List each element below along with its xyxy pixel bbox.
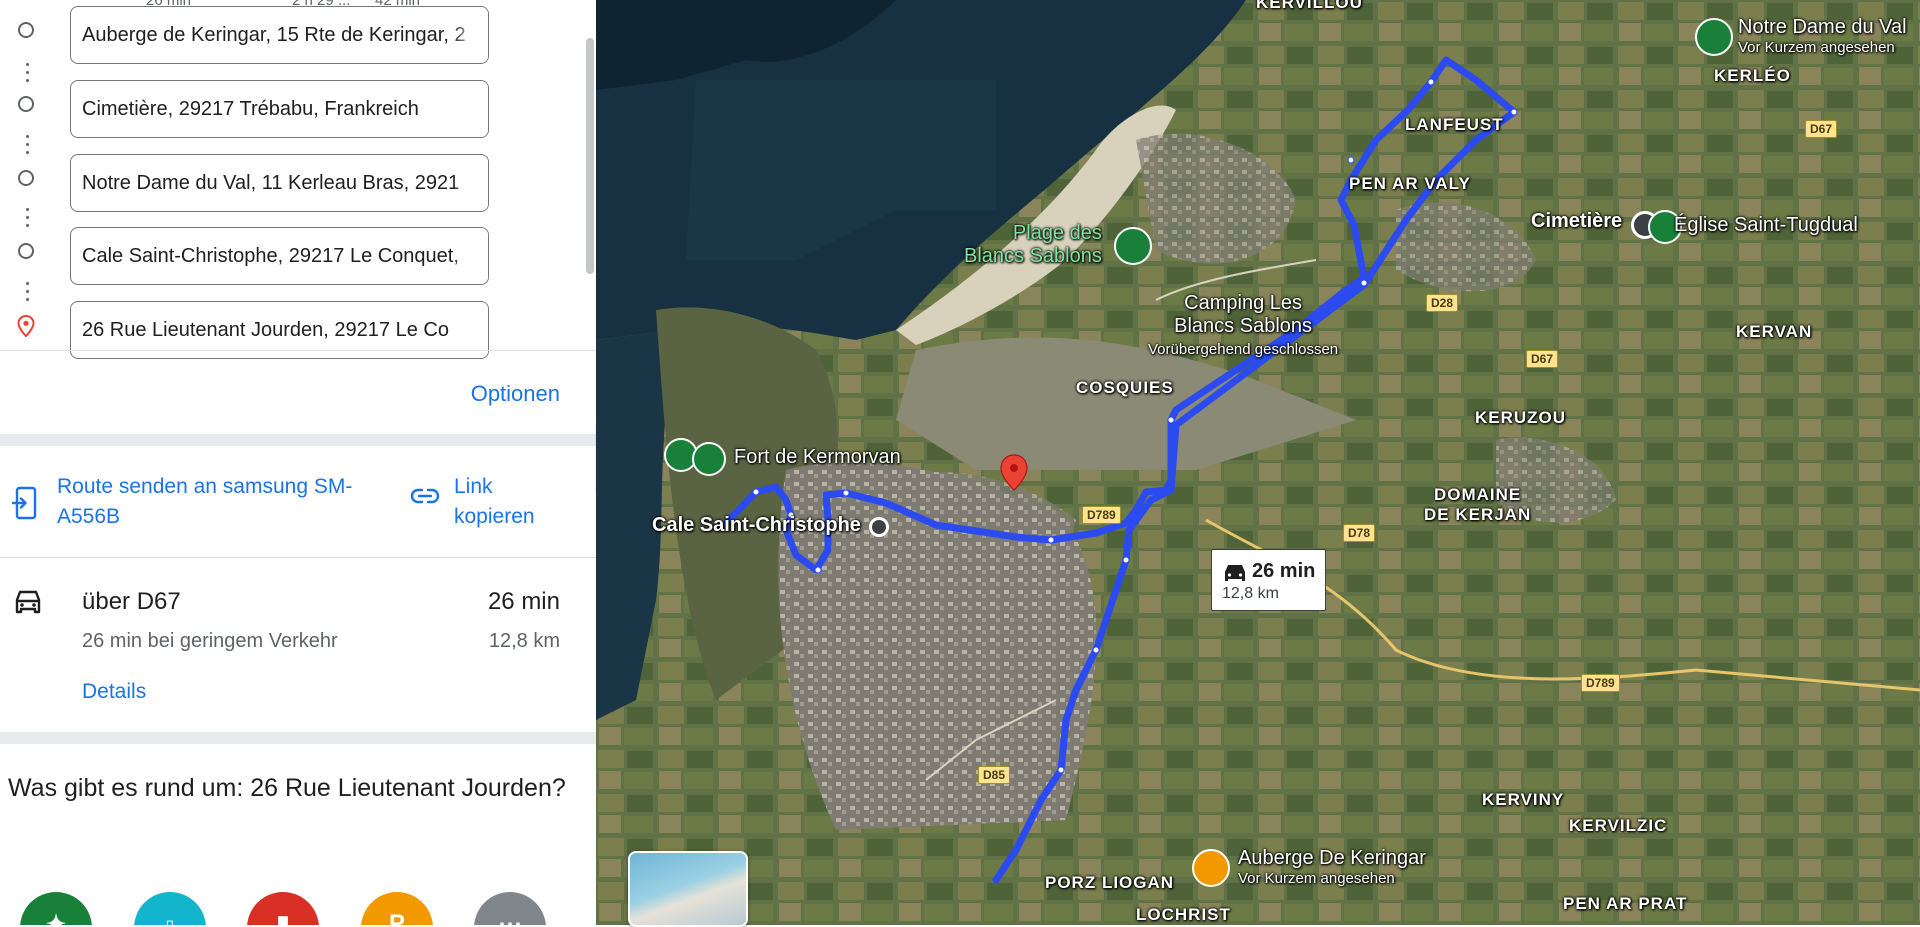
parking-category-button[interactable]: P: [361, 892, 433, 925]
place-label: KERVAN: [1736, 322, 1813, 341]
section-divider: [0, 434, 596, 446]
section-divider: [0, 732, 596, 744]
more-category-button[interactable]: ⋯: [474, 892, 546, 925]
restaurant-icon[interactable]: [1192, 849, 1230, 887]
stop-input-3[interactable]: Notre Dame du Val, 11 Kerleau Bras, 2921: [70, 154, 489, 212]
gas-stations-category-button[interactable]: ▮: [247, 892, 319, 925]
place-label: KERVILLOU: [1256, 0, 1363, 12]
stop-input-2[interactable]: Cimetière, 29217 Trébabu, Frankreich: [70, 80, 489, 138]
place-label: LOCHRIST: [1136, 905, 1231, 924]
divider: [0, 557, 596, 558]
flag-icon[interactable]: [1695, 18, 1733, 56]
beach-icon[interactable]: [1114, 227, 1152, 265]
flag-icon[interactable]: [692, 442, 726, 476]
place-label: DOMAINE DE KERJAN: [1424, 485, 1532, 524]
place-label: KERVILZIC: [1569, 816, 1668, 835]
waypoint-circle-icon: [18, 243, 34, 259]
divider: [0, 350, 596, 351]
hotel-icon: ▫: [165, 910, 175, 925]
restaurant-icon: ✦: [45, 911, 67, 925]
road-badge: D67: [1526, 350, 1559, 368]
copy-link-button[interactable]: Link kopieren: [410, 470, 570, 536]
route-time-callout[interactable]: 26 min 12,8 km: [1211, 549, 1326, 611]
route-stop-3: Notre Dame du Val, 11 Kerleau Bras, 2921: [0, 150, 596, 212]
route-stop-4: Cale Saint-Christophe, 29217 Le Conquet,: [0, 223, 596, 285]
car-icon: [1225, 565, 1245, 581]
scrollbar-thumb[interactable]: [586, 38, 594, 274]
gas-station-icon: ▮: [276, 911, 290, 925]
stop-input-1[interactable]: Auberge de Keringar, 15 Rte de Keringar,…: [70, 6, 489, 64]
restaurants-category-button[interactable]: ✦: [20, 892, 92, 925]
car-icon: [15, 590, 41, 614]
nearby-heading: Was gibt es rund um: 26 Rue Lieutenant J…: [8, 774, 566, 802]
send-route-to-device-button[interactable]: Route senden an samsung SM-A556B: [12, 470, 372, 536]
poi-plage[interactable]: Plage des Blancs Sablons: [964, 222, 1102, 268]
details-link[interactable]: Details: [82, 680, 146, 704]
road-badge: D789: [1082, 506, 1121, 524]
more-icon: ⋯: [498, 911, 522, 925]
route-stop-2: Cimetière, 29217 Trébabu, Frankreich: [0, 76, 596, 138]
destination-pin-icon: [17, 315, 35, 337]
poi-fort[interactable]: Fort de Kermorvan: [734, 446, 901, 469]
poi-cimetiere[interactable]: Cimetière: [1531, 210, 1622, 233]
waypoint-circle-icon: [18, 22, 34, 38]
copy-link-label: Link kopieren: [454, 475, 535, 528]
send-route-label: Route senden an samsung SM-A556B: [57, 475, 353, 528]
route-distance: 12,8 km: [488, 630, 560, 652]
road-badge: D78: [1343, 524, 1376, 542]
waypoint-circle-icon: [18, 170, 34, 186]
route-traffic-info: 26 min bei geringem Verkehr: [82, 630, 338, 652]
poi-notre-dame[interactable]: Notre Dame du Val Vor Kurzem angesehen: [1738, 16, 1907, 56]
place-label: PEN AR VALY: [1349, 174, 1471, 193]
waypoint-circle-icon: [18, 96, 34, 112]
place-label: KERLÉO: [1714, 66, 1791, 85]
poi-camping[interactable]: Camping Les Blancs Sablons Vorübergehend …: [1148, 292, 1338, 361]
place-label: KERVINY: [1482, 790, 1565, 809]
route-via[interactable]: über D67: [82, 588, 181, 616]
map-canvas[interactable]: KERVILLOU LANFEUST PEN AR VALY KERLÉO KE…: [596, 0, 1920, 925]
place-label: PEN AR PRAT: [1563, 894, 1688, 913]
place-label: COSQUIES: [1076, 378, 1174, 397]
route-stop-1: Auberge de Keringar, 15 Rte de Keringar,…: [0, 2, 596, 64]
stop-input-4[interactable]: Cale Saint-Christophe, 29217 Le Conquet,: [70, 227, 489, 285]
options-button[interactable]: Optionen: [471, 381, 560, 407]
parking-icon: P: [388, 910, 405, 925]
poi-cale[interactable]: Cale Saint-Christophe: [652, 514, 861, 537]
place-label: LANFEUST: [1405, 115, 1504, 134]
origin-waypoint-icon[interactable]: [869, 517, 889, 537]
poi-auberge[interactable]: Auberge De Keringar Vor Kurzem angesehen: [1238, 847, 1426, 887]
road-badge: D67: [1805, 120, 1838, 138]
road-badge: D85: [978, 766, 1011, 784]
hotels-category-button[interactable]: ▫: [134, 892, 206, 925]
place-label: PORZ LIOGAN: [1045, 873, 1175, 892]
directions-panel: 26 min 2 h 29 ... 42 min Auberge de Keri…: [0, 0, 596, 925]
send-to-phone-icon: [12, 486, 37, 520]
road-badge: D28: [1426, 294, 1459, 312]
link-icon: [410, 488, 440, 504]
place-label: KERUZOU: [1475, 408, 1567, 427]
road-badge: D789: [1581, 674, 1620, 692]
layers-toggle[interactable]: [628, 851, 748, 927]
route-duration: 26 min: [487, 588, 560, 615]
poi-eglise[interactable]: Église Saint-Tugdual: [1674, 214, 1858, 237]
